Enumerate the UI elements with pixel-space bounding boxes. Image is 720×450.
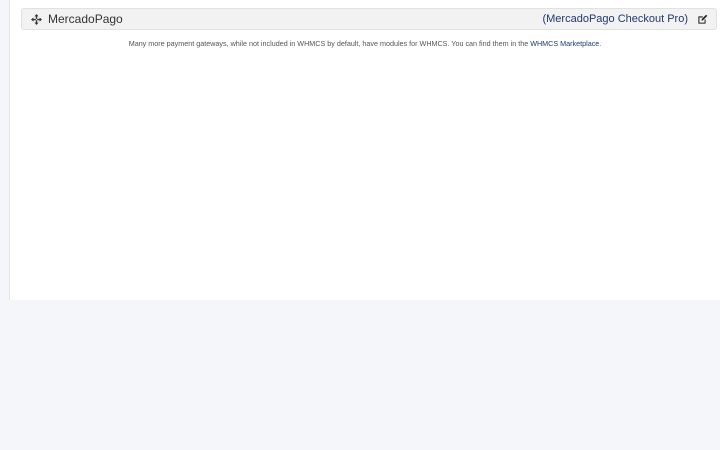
note-text: Many more payment gateways, while not in… <box>128 39 531 48</box>
marketplace-note: Many more payment gateways, while not in… <box>10 39 720 49</box>
gateway-name: MercadoPago <box>48 12 123 26</box>
gateway-module-label: (MercadoPago Checkout Pro) <box>542 13 688 25</box>
edit-square-icon[interactable] <box>697 14 708 25</box>
whmcs-marketplace-link[interactable]: WHMCS Marketplace <box>530 39 599 48</box>
note-end: . <box>599 39 602 48</box>
gateway-row-mercadopago[interactable]: MercadoPago (MercadoPago Checkout Pro) <box>21 8 717 30</box>
move-arrows-icon[interactable] <box>30 13 42 25</box>
left-sidebar-edge <box>0 0 10 300</box>
page: MercadoPago (MercadoPago Checkout Pro) M… <box>0 0 720 450</box>
content-panel: MercadoPago (MercadoPago Checkout Pro) M… <box>10 0 720 300</box>
